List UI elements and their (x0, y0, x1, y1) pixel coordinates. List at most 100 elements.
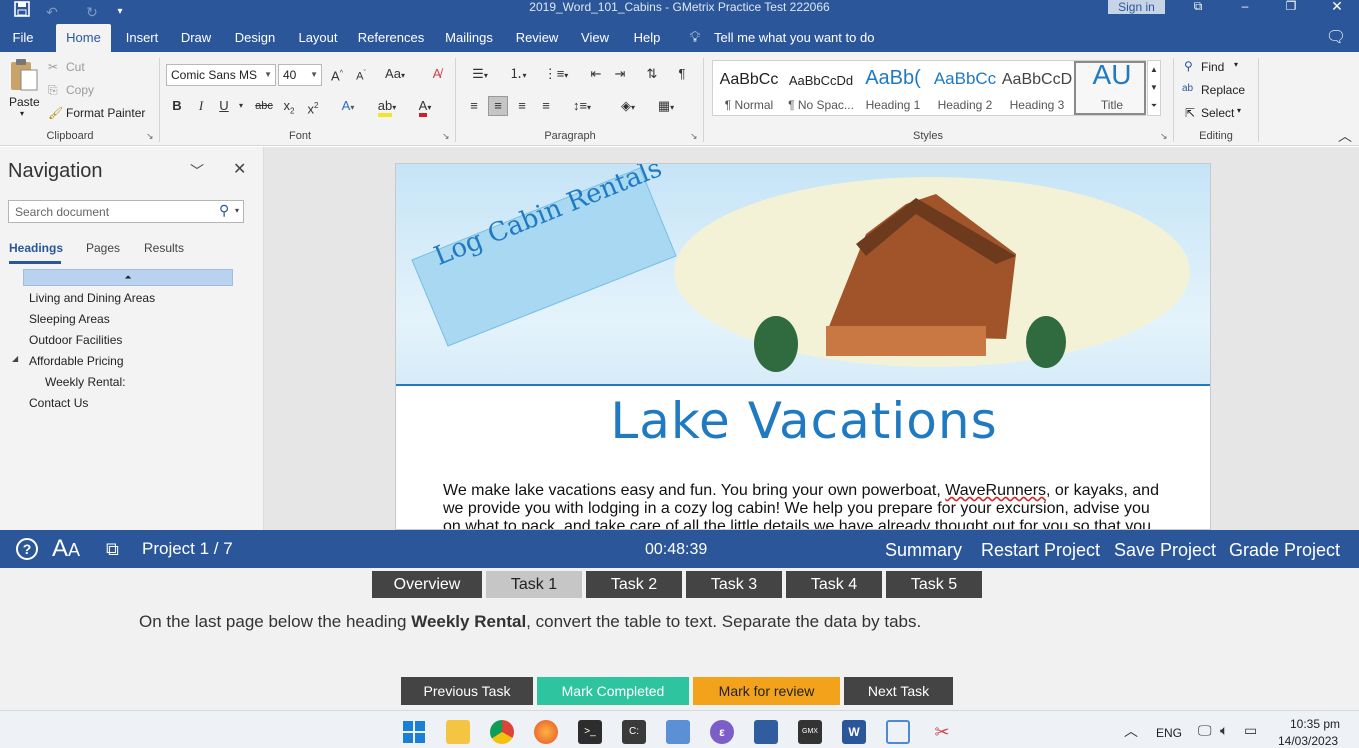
heading-item[interactable]: Contact Us (29, 396, 88, 410)
mark-completed-button[interactable]: Mark Completed (537, 677, 689, 705)
align-left-icon[interactable]: ≡ (464, 97, 484, 115)
sign-in-button[interactable]: Sign in (1108, 0, 1165, 14)
gmetrix-icon[interactable]: GMX (798, 720, 822, 744)
save-disk-icon[interactable] (754, 720, 778, 744)
copy-button[interactable]: Copy (66, 83, 94, 97)
style-heading-1[interactable]: AaBb( Heading 1 (857, 61, 929, 115)
network-icon[interactable]: 🖵 (1198, 722, 1212, 739)
tab-results[interactable]: Results (144, 241, 184, 255)
show-hidden-icons-chevron-icon[interactable]: ︿ (1124, 721, 1138, 741)
tab-view[interactable]: View (576, 24, 614, 52)
underline-icon[interactable]: U (217, 97, 231, 115)
tab-references[interactable]: References (356, 24, 426, 52)
body-paragraph-line[interactable]: We make lake vacations easy and fun. You… (443, 482, 1159, 500)
tab-help[interactable]: Help (628, 24, 666, 52)
tell-me-search[interactable]: Tell me what you want to do (714, 24, 874, 52)
decrease-indent-icon[interactable]: ⇤ (586, 65, 606, 83)
bold-icon[interactable]: B (170, 97, 184, 115)
chevron-down-icon[interactable]: ▾ (235, 206, 239, 215)
tab-headings[interactable]: Headings (9, 241, 63, 255)
maximize-button[interactable]: ❐ (1276, 0, 1306, 14)
minimize-button[interactable]: – (1230, 0, 1260, 14)
body-paragraph-line[interactable]: we provide you with lodging in a cozy lo… (443, 500, 1150, 518)
highlight-color-icon[interactable]: ab▾ (372, 97, 402, 117)
paste-dropdown-icon[interactable]: ▾ (20, 109, 24, 118)
close-window-button[interactable]: ✕ (1322, 0, 1352, 14)
replace-button[interactable]: Replace (1201, 83, 1245, 97)
strikethrough-icon[interactable]: abc (254, 97, 274, 115)
shrink-font-icon[interactable]: Aˇ (352, 65, 370, 86)
document-heading[interactable]: Lake Vacations (396, 392, 1210, 450)
align-center-icon[interactable]: ≡ (488, 96, 508, 116)
clipboard-launcher-icon[interactable]: ↘ (146, 131, 154, 142)
heading-item[interactable]: Living and Dining Areas (29, 291, 155, 305)
chrome-icon[interactable] (490, 720, 514, 744)
clear-formatting-icon[interactable]: A̸ (428, 65, 446, 83)
help-icon[interactable]: ? (16, 538, 38, 560)
previous-task-button[interactable]: Previous Task (401, 677, 533, 705)
select-button[interactable]: Select (1201, 106, 1234, 120)
summary-link[interactable]: Summary (885, 540, 962, 561)
collapse-ribbon-icon[interactable]: ︿ (1338, 126, 1352, 146)
styles-scroll[interactable]: ▲ ▼ ⏷ (1147, 60, 1161, 116)
tab-draw[interactable]: Draw (176, 24, 216, 52)
sort-icon[interactable]: ⇅ (642, 65, 662, 83)
mark-for-review-button[interactable]: Mark for review (693, 677, 840, 705)
volume-icon[interactable]: 🔈︎ (1220, 722, 1228, 739)
justify-icon[interactable]: ≡ (536, 97, 556, 115)
tab-pages[interactable]: Pages (86, 241, 120, 255)
window-layout-icon[interactable]: ⧉ (106, 539, 119, 560)
shading-icon[interactable]: ◈▾ (612, 97, 644, 117)
comments-icon[interactable]: 🗨︎ (1322, 24, 1350, 52)
show-formatting-marks-icon[interactable]: ¶ (672, 65, 692, 83)
tab-review[interactable]: Review (512, 24, 562, 52)
firefox-icon[interactable] (534, 720, 558, 744)
file-explorer-icon[interactable] (446, 720, 470, 744)
subscript-icon[interactable]: x2 (280, 97, 298, 121)
selected-heading-row[interactable]: ⏶ (23, 269, 233, 286)
windows-start-icon[interactable] (402, 720, 426, 744)
body-paragraph-line[interactable]: on what to pack, and take care of all th… (443, 518, 1151, 529)
language-indicator[interactable]: ENG (1156, 726, 1182, 740)
tab-home[interactable]: Home (56, 24, 111, 52)
multilevel-list-icon[interactable]: ⋮≡▾ (540, 65, 572, 85)
align-right-icon[interactable]: ≡ (512, 97, 532, 115)
network-admin-icon[interactable] (666, 720, 690, 744)
chevron-down-icon[interactable]: ▾ (1237, 106, 1241, 115)
next-task-button[interactable]: Next Task (844, 677, 953, 705)
style-heading-2[interactable]: AaBbCc Heading 2 (929, 61, 1001, 115)
word-icon[interactable]: W (842, 720, 866, 744)
tab-overview[interactable]: Overview (372, 571, 482, 598)
grow-font-icon[interactable]: A^ (328, 65, 346, 85)
font-launcher-icon[interactable]: ↘ (442, 131, 450, 142)
tab-task-3[interactable]: Task 3 (686, 571, 782, 598)
tab-task-5[interactable]: Task 5 (886, 571, 982, 598)
styles-launcher-icon[interactable]: ↘ (1160, 131, 1168, 142)
borders-icon[interactable]: ▦▾ (650, 97, 682, 117)
numbering-icon[interactable]: ⒈▾ (502, 65, 534, 85)
ribbon-display-options-icon[interactable]: ⧉ (1183, 0, 1213, 14)
tab-design[interactable]: Design (230, 24, 280, 52)
heading-item[interactable]: Sleeping Areas (29, 312, 110, 326)
find-button[interactable]: Find (1201, 60, 1224, 74)
snipping-tool-icon[interactable]: ✂ (930, 720, 954, 744)
change-case-icon[interactable]: Aa▾ (380, 65, 410, 85)
close-icon[interactable]: ✕ (233, 159, 246, 179)
heading-item[interactable]: Affordable Pricing (29, 354, 124, 368)
line-spacing-icon[interactable]: ↕≡▾ (566, 97, 598, 117)
restart-project-link[interactable]: Restart Project (981, 540, 1100, 561)
document-page[interactable]: Log Cabin Rentals Lake Vacations We make… (395, 163, 1211, 530)
search-icon[interactable]: ⚲ (219, 202, 229, 219)
tab-task-1[interactable]: Task 1 (486, 571, 582, 598)
search-document-input[interactable]: Search document ⚲ ▾ (8, 200, 244, 223)
tab-mailings[interactable]: Mailings (440, 24, 498, 52)
heading-item[interactable]: Weekly Rental: (45, 375, 125, 389)
tab-task-4[interactable]: Task 4 (786, 571, 882, 598)
style-no-spacing[interactable]: AaBbCcDd ¶ No Spac... (785, 61, 857, 115)
battery-icon[interactable]: ▭ (1244, 722, 1257, 739)
font-size-select[interactable]: 40 ▼ (278, 64, 322, 86)
clock-time[interactable]: 10:35 pm (1290, 717, 1340, 731)
format-painter-button[interactable]: Format Painter (66, 106, 145, 120)
cut-button[interactable]: Cut (66, 60, 85, 74)
style-normal[interactable]: AaBbCc ¶ Normal (713, 61, 785, 115)
